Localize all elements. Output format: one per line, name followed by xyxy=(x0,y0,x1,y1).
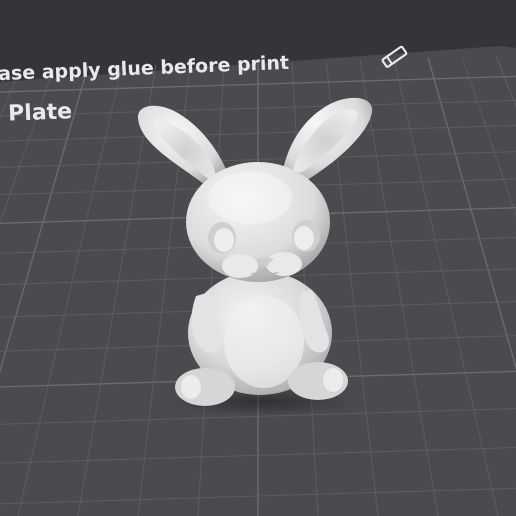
plate-name[interactable]: Plate xyxy=(8,99,73,126)
build-plate-scene[interactable]: ase apply glue before print Plate xyxy=(0,0,516,516)
plate-name-text: Plate xyxy=(8,99,73,126)
3d-viewport[interactable]: ase apply glue before print Plate xyxy=(0,0,516,516)
